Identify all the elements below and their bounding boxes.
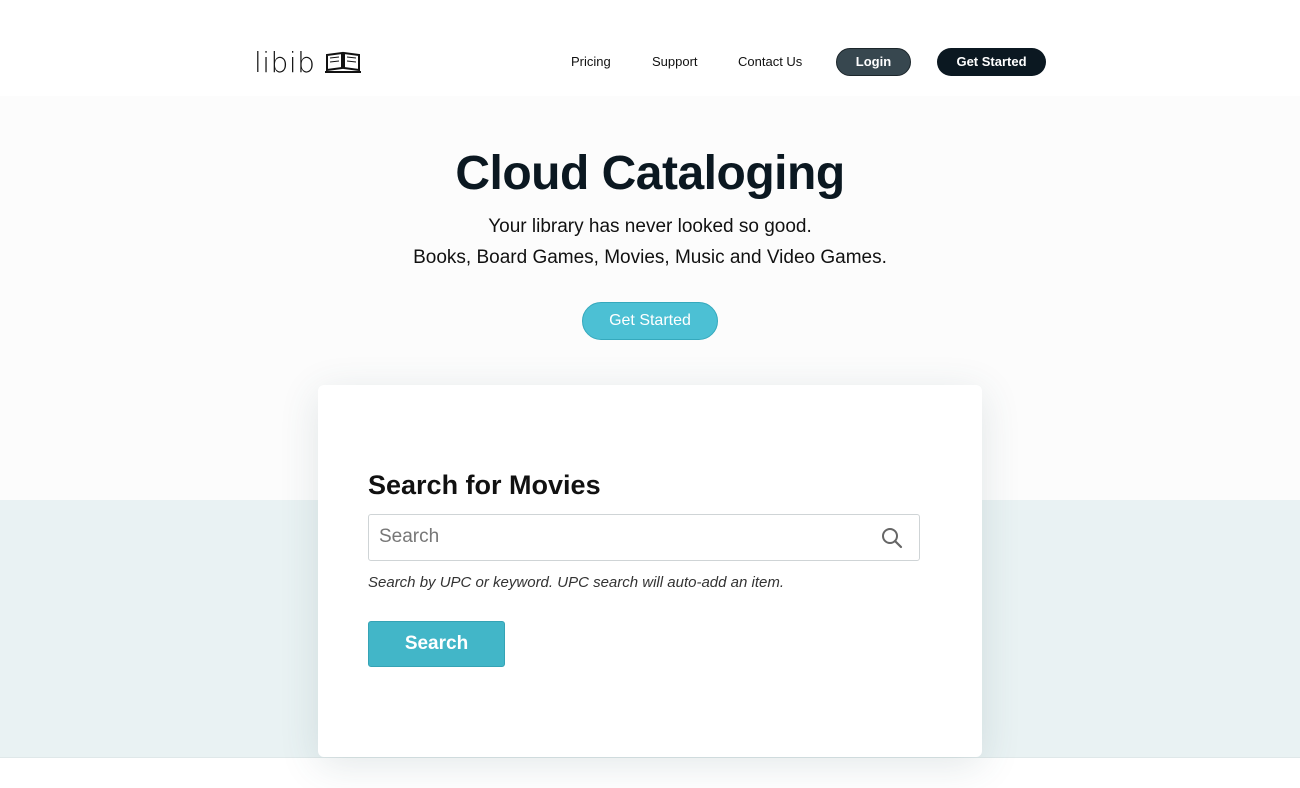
nav-contact-us[interactable]: Contact Us [738, 48, 802, 76]
search-card: Search for Movies Search by UPC or keywo… [318, 385, 982, 757]
nav-pricing[interactable]: Pricing [571, 48, 611, 76]
login-button[interactable]: Login [836, 48, 911, 76]
open-book-icon [325, 51, 362, 73]
logo-text: libib [254, 45, 316, 79]
hero-subtitle-line2: Books, Board Games, Movies, Music and Vi… [413, 247, 887, 268]
hero-title: Cloud Cataloging [455, 147, 845, 200]
nav-support[interactable]: Support [652, 48, 698, 76]
hero-subtitle-line1: Your library has never looked so good. [488, 216, 812, 237]
search-input[interactable] [369, 515, 869, 559]
site-header: libib Pricing Support Contact Us Login G… [0, 0, 1300, 96]
get-started-nav-button[interactable]: Get Started [937, 48, 1046, 76]
get-started-hero-button[interactable]: Get Started [582, 302, 718, 340]
search-field [368, 514, 920, 561]
search-hint: Search by UPC or keyword. UPC search wil… [368, 574, 785, 591]
magnifier-icon[interactable] [881, 527, 903, 549]
logo[interactable]: libib [254, 44, 362, 80]
search-card-title: Search for Movies [368, 470, 601, 500]
search-button[interactable]: Search [368, 621, 505, 667]
